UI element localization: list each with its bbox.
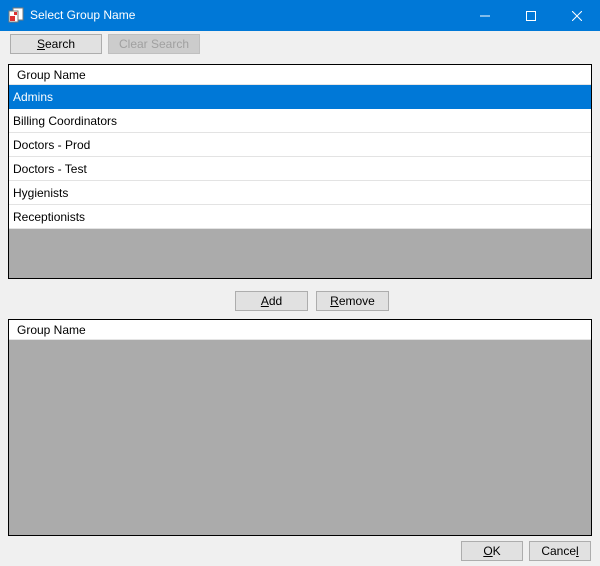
list-item[interactable]: Billing Coordinators [9,109,591,133]
minimize-icon [480,15,490,16]
minimize-button[interactable] [462,0,508,31]
list-item-label: Doctors - Test [13,161,87,176]
column-header-group-name[interactable]: Group Name [9,320,591,340]
search-button[interactable]: Search [10,34,102,54]
cancel-label: Cance [541,544,576,558]
selected-groups-list[interactable]: Group Name [8,319,592,536]
add-button[interactable]: Add [235,291,308,311]
clear-search-button[interactable]: Clear Search [108,34,200,54]
list-item-label: Receptionists [13,209,86,224]
list-item[interactable]: Admins [9,85,591,109]
add-mnemonic: A [260,294,269,308]
column-header-group-name[interactable]: Group Name [9,65,591,85]
window-title: Select Group Name [30,8,136,22]
list-item[interactable]: Receptionists [9,205,591,229]
list-item[interactable]: Doctors - Test [9,157,591,181]
remove-label: emove [338,294,375,308]
ok-button[interactable]: OK [461,541,523,561]
cancel-mnemonic: l [576,544,579,558]
search-mnemonic: S [36,37,45,51]
list-item[interactable]: Hygienists [9,181,591,205]
list-item-label: Doctors - Prod [13,137,91,152]
list-item-label: Billing Coordinators [13,113,118,128]
ok-mnemonic: O [483,544,493,558]
cancel-button[interactable]: Cance l [529,541,591,561]
add-label: dd [268,294,283,308]
available-groups-list[interactable]: Group Name Admins Billing Coordinators D… [8,64,592,279]
list-item[interactable]: Doctors - Prod [9,133,591,157]
remove-mnemonic: R [330,294,339,308]
ok-label: K [492,544,501,558]
maximize-button[interactable] [508,0,554,31]
column-header-label: Group Name [17,322,86,337]
list-item-label: Hygienists [13,185,69,200]
title-bar: Select Group Name [0,0,600,31]
app-window-icon [8,7,24,23]
close-icon [572,10,582,21]
search-label: earch [44,37,76,51]
close-button[interactable] [554,0,600,31]
maximize-icon [526,10,536,21]
list-item-label: Admins [13,89,54,104]
column-header-label: Group Name [17,67,86,82]
clear-search-label: Clear Search [118,37,190,51]
remove-button[interactable]: Remove [316,291,389,311]
